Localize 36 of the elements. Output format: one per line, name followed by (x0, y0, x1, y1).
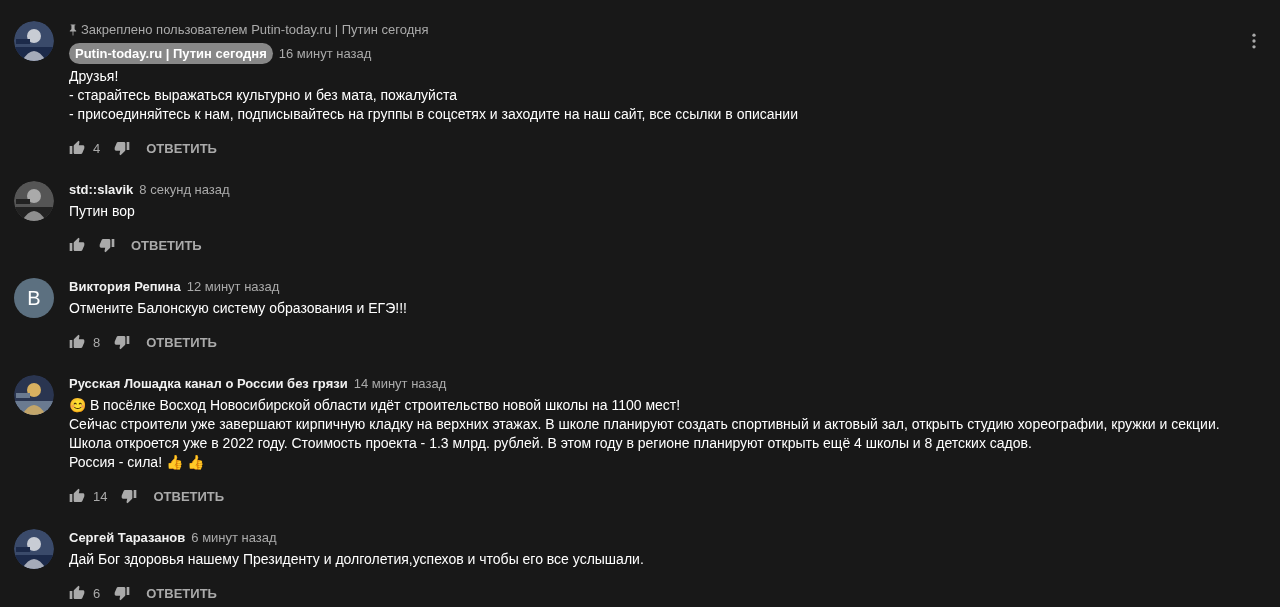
like-count: 4 (93, 139, 101, 158)
comment-time: 16 минут назад (278, 45, 372, 63)
avatar: В (14, 278, 54, 318)
comment-time: 12 минут назад (186, 278, 280, 296)
thumbs-up-icon[interactable] (69, 585, 85, 601)
like-count: 6 (93, 584, 101, 603)
thumbs-up-icon[interactable] (69, 488, 85, 504)
comment-text: Друзья! - старайтесь выражаться культурно и без мата, пожалуйста - присоединяйтесь к нам, подписывайтесь на группы в соцсетях и заходите на наш сайт, все ссылки в описании (69, 67, 798, 124)
thumbs-down-icon[interactable] (114, 334, 131, 350)
thumbs-down-icon[interactable] (99, 237, 115, 253)
comment-time: 6 минут назад (191, 529, 277, 547)
thumbs-down-icon[interactable] (114, 140, 131, 156)
reply-button[interactable]: ОТВЕТИТЬ (131, 235, 202, 255)
comment-text: Дай Бог здоровья нашему Президенту и долголетия,успехов и чтобы его все услышали. (69, 550, 644, 569)
like-count: 8 (93, 333, 101, 352)
thumbs-up-icon[interactable] (69, 334, 85, 350)
comment-time: 14 минут назад (353, 375, 447, 393)
author-name[interactable]: Сергей Таразанов (69, 528, 186, 547)
like-count: 14 (93, 487, 108, 506)
pinned-note: Закреплено пользователем Putin-today.ru | Путин сегодня (81, 21, 429, 39)
thumbs-down-icon[interactable] (121, 488, 138, 504)
comment-text: Путин вор (69, 202, 136, 221)
comment-time: 8 секунд назад (139, 181, 230, 199)
comment-text: Отмените Балонскую систему образования и ЕГЭ!!! (69, 299, 407, 318)
thumbs-up-icon[interactable] (69, 140, 85, 156)
author-name[interactable]: std::slavik (69, 180, 134, 199)
author-name[interactable]: Putin-today.ru | Путин сегодня (69, 43, 273, 64)
reply-button[interactable]: ОТВЕТИТЬ (146, 583, 217, 603)
thumbs-down-icon[interactable] (114, 585, 131, 601)
author-name[interactable]: Виктория Репина (69, 277, 181, 296)
reply-button[interactable]: ОТВЕТИТЬ (146, 138, 217, 158)
reply-button[interactable]: ОТВЕТИТЬ (146, 332, 217, 352)
author-name[interactable]: Русская Лошадка канал о России без грязи (69, 374, 348, 393)
thumbs-up-icon[interactable] (69, 237, 85, 253)
comment-text: 😊 В посёлке Восход Новосибирской области идёт строительство новой школы на 1100 мест! Сейчас строители уже завершают кирпичную кладку на верхних этажах. В школе планируют создать спортивный и актовый зал, открыть студию хореографии, кружки и секции. Школа откроется уже в 2022 году. Стоимость проекта - 1.3 млрд. рублей. В этом году в регионе планируют открыть ещё 4 школы и 8 детских садов. Россия - сила! 👍 👍 (69, 396, 1220, 472)
reply-button[interactable]: ОТВЕТИТЬ (153, 486, 225, 506)
